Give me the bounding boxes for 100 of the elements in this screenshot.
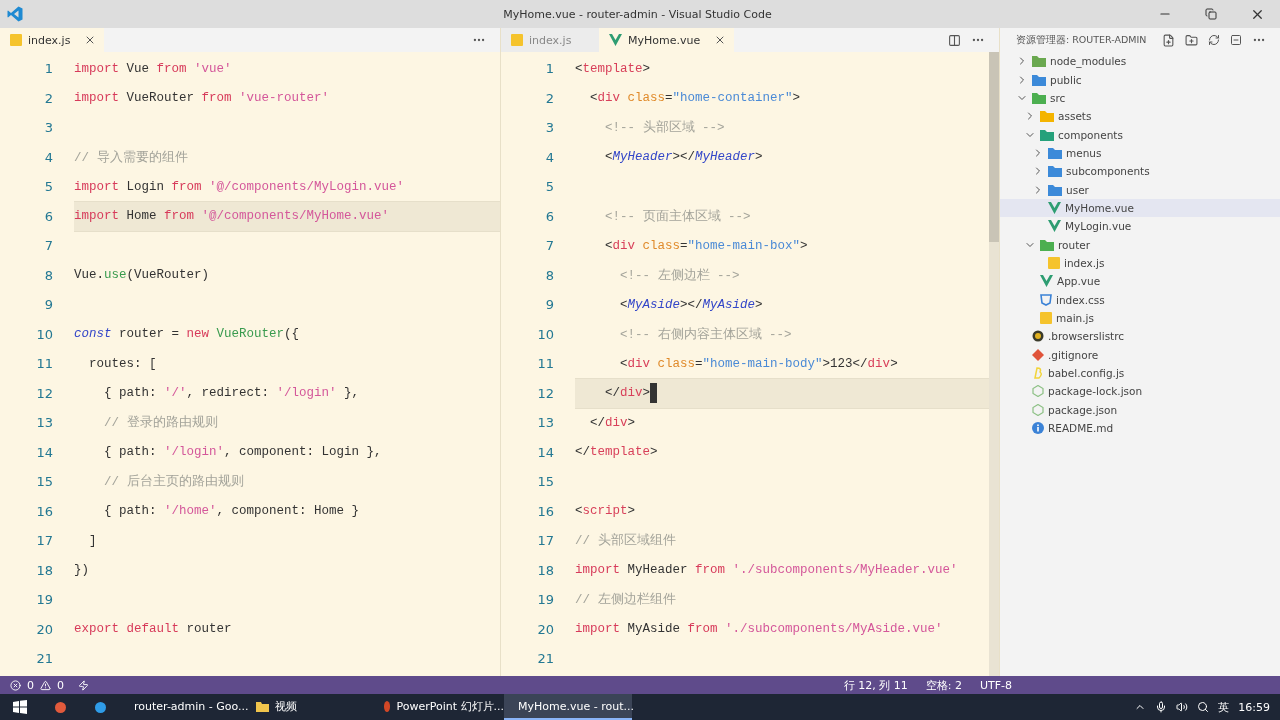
tree-item[interactable]: MyHome.vue [1000,198,1280,218]
code-line: // 左侧边栏组件 [575,591,677,610]
tree-item[interactable]: src [1000,88,1280,108]
line-number: 8 [43,267,53,283]
tree-item[interactable]: .gitignore [1000,345,1280,364]
babel-icon [1032,367,1044,379]
tree-item[interactable]: README.md [1000,418,1280,438]
tree-item[interactable]: package-lock.json [1000,382,1280,401]
lightning-icon[interactable] [78,679,89,691]
line-number: 10 [35,326,53,342]
line-number: 4 [43,149,53,165]
line-number: 2 [544,90,554,106]
explorer-title: 资源管理器: ROUTER-ADMIN [1016,33,1147,47]
code-line: { path: '/home', component: Home } [103,503,361,521]
taskbar-app[interactable]: 视频 [248,694,376,720]
line-number: 13 [536,415,554,431]
status-item[interactable]: 行 12, 列 11 [843,677,908,693]
line-number: 16 [536,503,554,519]
line-number: 16 [35,503,53,519]
tree-item[interactable]: main.js [1000,308,1280,328]
speaker-icon[interactable] [1176,701,1189,713]
code-line: </template> [575,444,659,462]
code-line: import MyAside from './subcomponents/MyAside.vue' [575,621,944,639]
line-number: 14 [35,444,53,460]
editor-tab[interactable]: index.js [0,28,105,52]
code-line: }) [74,562,90,580]
code-line: <MyAside></MyAside> [619,296,764,314]
warning-count[interactable]: 0 [57,678,64,692]
error-count[interactable]: 0 [27,678,34,692]
line-number: 19 [536,592,554,608]
line-number: 20 [536,621,554,637]
line-number: 9 [43,297,53,313]
line-number: 6 [544,208,554,224]
code-line: // 登录的路由规则 [103,414,219,433]
line-number: 17 [536,533,554,549]
new-folder-icon[interactable] [1185,33,1198,47]
line-number: 15 [35,474,53,490]
line-number: 21 [536,651,554,667]
line-number: 3 [544,120,554,136]
tree-item[interactable]: user [1000,180,1280,199]
tree-item[interactable]: subcomponents [1000,162,1280,181]
tree-item[interactable]: public [1000,70,1280,89]
js-file-icon [1048,256,1060,269]
clock[interactable]: 16:59 [1238,700,1270,714]
search-icon[interactable] [1197,701,1210,713]
refresh-icon[interactable] [1208,34,1220,46]
editor-tab[interactable]: MyHome.vue [599,28,735,52]
split-editor-icon[interactable] [948,33,961,47]
taskbar-app[interactable]: router-admin - Goo... [120,694,248,720]
line-number: 8 [544,267,554,283]
editor-logo-icon [7,6,23,22]
line-number: 21 [35,651,53,667]
line-number: 17 [35,533,53,549]
collapse-icon[interactable] [1230,34,1242,46]
scrollbar-thumb[interactable] [989,52,999,242]
code-line: Vue.use(VueRouter) [74,267,211,285]
tree-item[interactable]: babel.config.js [1000,363,1280,383]
line-number: 20 [35,621,53,637]
tree-item[interactable]: router [1000,235,1280,254]
tree-item[interactable]: .browserslistrc [1000,327,1280,346]
code-line: import MyHeader from './subcomponents/MyHeader.vue' [575,562,959,580]
warning-icon[interactable] [40,679,51,691]
js-file-icon [1040,312,1052,324]
line-number: 2 [43,90,53,106]
taskbar-app[interactable]: PowerPoint 幻灯片... [376,694,504,720]
code-line: { path: '/', redirect: '/login' }, [103,385,361,403]
tree-item[interactable]: index.js [1000,253,1280,273]
input-method[interactable]: 英 [1218,699,1230,715]
line-number: 1 [43,61,53,77]
microphone-icon[interactable] [1155,701,1168,713]
tree-item[interactable]: node_modules [1000,52,1280,71]
code-line: import VueRouter from 'vue-router' [74,90,331,108]
tree-item[interactable]: menus [1000,143,1280,163]
taskbar-app[interactable]: MyHome.vue - rout... [504,694,632,720]
css-file-icon [1040,293,1052,306]
tree-item[interactable]: package.json [1000,400,1280,419]
code-line: <div class="home-main-body">123</div> [619,355,899,373]
line-number: 11 [35,356,53,372]
window-title: MyHome.vue - router-admin - Visual Studio Code [502,7,773,21]
error-icon[interactable] [10,679,21,691]
line-number: 14 [536,444,554,460]
code-line: <!-- 左侧边栏 --> [619,267,741,285]
tree-item[interactable]: MyLogin.vue [1000,217,1280,236]
folder-icon [256,700,269,712]
code-line: export default router [74,621,233,639]
code-line: <div class="home-container"> [589,90,802,108]
code-line: <div class="home-main-box"> [604,237,809,255]
code-line: import Login from '@/components/MyLogin.vue' [74,178,406,196]
tree-item[interactable]: components [1000,125,1280,144]
js-file-icon [511,34,523,46]
line-number: 19 [35,592,53,608]
line-number: 10 [536,326,554,342]
status-item[interactable]: UTF-8 [979,678,1012,692]
code-line: <!-- 头部区域 --> [604,119,726,138]
tree-item[interactable]: assets [1000,107,1280,126]
status-item[interactable]: 空格: 2 [925,677,962,693]
code-line: // 导入需要的组件 [74,149,189,167]
new-file-icon[interactable] [1162,33,1175,47]
tree-item[interactable]: App.vue [1000,272,1280,291]
tree-item[interactable]: index.css [1000,290,1280,309]
